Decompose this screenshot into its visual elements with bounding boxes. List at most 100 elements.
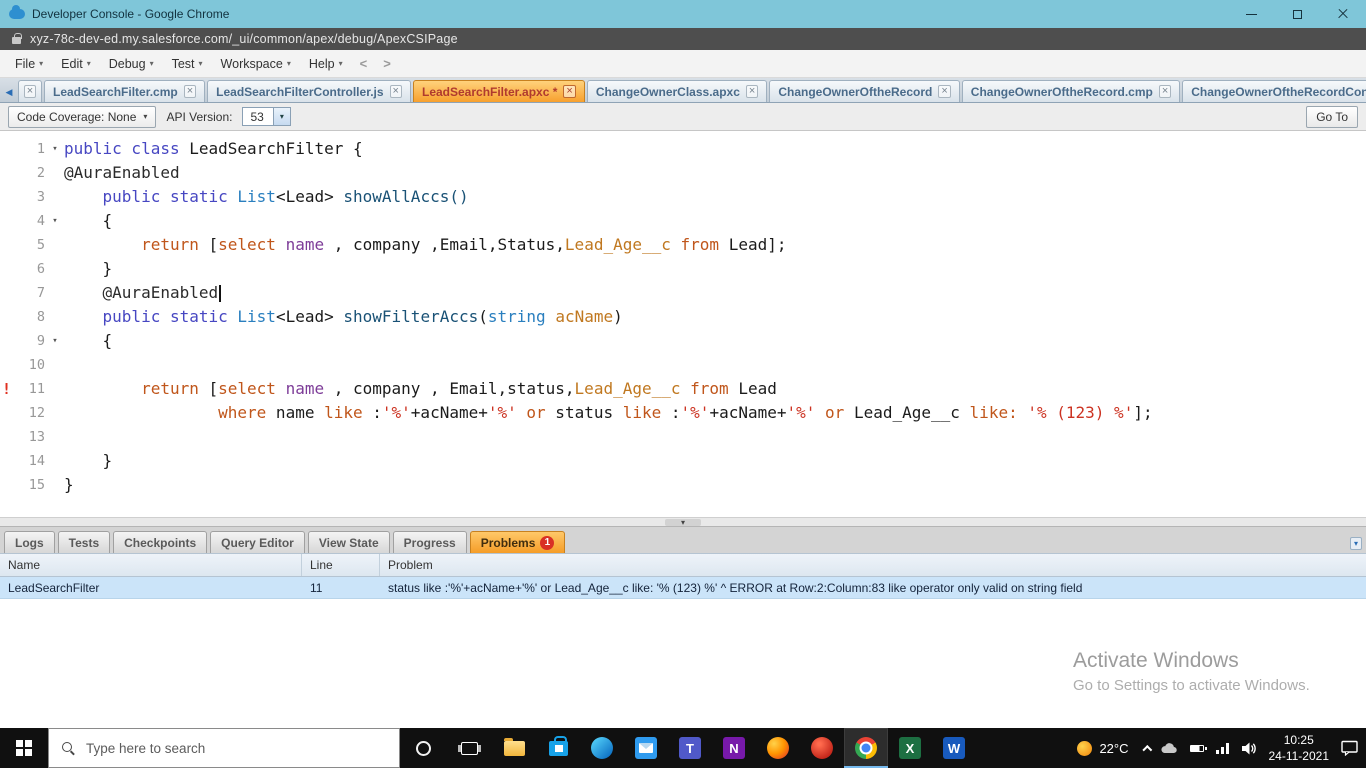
action-center-icon[interactable] bbox=[1341, 740, 1358, 756]
fold-caret-icon[interactable]: ▾ bbox=[48, 137, 62, 161]
tab-close-icon[interactable]: × bbox=[1158, 85, 1172, 98]
minimize-button[interactable] bbox=[1228, 0, 1274, 28]
chevron-down-icon: ▾ bbox=[86, 59, 91, 68]
panel-tab-progress[interactable]: Progress bbox=[392, 531, 467, 553]
start-button[interactable] bbox=[0, 728, 48, 768]
code-line[interactable]: 10 bbox=[0, 353, 1366, 377]
menu-file[interactable]: File ▾ bbox=[6, 53, 52, 75]
editor-tab[interactable]: ChangeOwnerOftheRecord × bbox=[769, 80, 960, 102]
panel-tab-logs[interactable]: Logs bbox=[4, 531, 55, 553]
taskbar-app-excel[interactable]: X bbox=[888, 728, 932, 768]
taskbar-app-teams[interactable]: T bbox=[668, 728, 712, 768]
panel-tab-checkpoints[interactable]: Checkpoints bbox=[113, 531, 208, 553]
taskbar-app-firefox[interactable] bbox=[756, 728, 800, 768]
panel-tab-problems[interactable]: Problems 1 bbox=[469, 531, 566, 553]
tab-close-icon[interactable]: × bbox=[563, 85, 576, 98]
nav-forward-button[interactable]: > bbox=[375, 56, 399, 71]
code-line[interactable]: 8 public static List<Lead> showFilterAcc… bbox=[0, 305, 1366, 329]
taskbar-app-onenote[interactable]: N bbox=[712, 728, 756, 768]
window-controls bbox=[1228, 0, 1366, 28]
line-number: 7 bbox=[36, 285, 45, 301]
editor-tab-clipped[interactable]: × bbox=[18, 80, 42, 102]
menu-workspace[interactable]: Workspace ▾ bbox=[212, 53, 300, 75]
header-problem[interactable]: Problem bbox=[380, 554, 1366, 576]
editor-tab-active[interactable]: LeadSearchFilter.apxc * × bbox=[412, 80, 585, 102]
code-coverage-label: Code Coverage: None bbox=[17, 109, 137, 124]
editor-tab[interactable]: ChangeOwnerOftheRecord.cmp × bbox=[961, 80, 1181, 102]
editor-tab[interactable]: LeadSearchFilter.cmp × bbox=[44, 80, 206, 102]
panel-empty-area bbox=[0, 599, 1366, 728]
tab-close-icon[interactable]: × bbox=[183, 85, 197, 98]
address-bar[interactable]: xyz-78c-dev-ed.my.salesforce.com/_ui/com… bbox=[0, 28, 1366, 50]
code-line[interactable]: 6 } bbox=[0, 257, 1366, 281]
volume-icon[interactable] bbox=[1241, 742, 1257, 755]
taskbar-app-mail[interactable] bbox=[624, 728, 668, 768]
menu-help[interactable]: Help ▾ bbox=[300, 53, 352, 75]
tray-expand-icon[interactable] bbox=[1141, 744, 1152, 755]
panel-tab-view-state[interactable]: View State bbox=[307, 531, 390, 553]
panel-tab-label: Progress bbox=[403, 535, 456, 550]
go-to-button[interactable]: Go To bbox=[1306, 105, 1358, 128]
battery-icon[interactable] bbox=[1189, 744, 1207, 752]
code-line[interactable]: 13 bbox=[0, 425, 1366, 449]
onedrive-cloud-icon[interactable] bbox=[1160, 742, 1178, 754]
editor-toolbar: Code Coverage: None ▾ API Version: 53 ▾ … bbox=[0, 103, 1366, 131]
problem-row[interactable]: LeadSearchFilter 11 status like :'%'+acNam… bbox=[0, 577, 1366, 599]
editor-tab[interactable]: LeadSearchFilterController.js × bbox=[207, 80, 411, 102]
sun-icon bbox=[1077, 740, 1093, 756]
code-line[interactable]: 15} bbox=[0, 473, 1366, 497]
code-line[interactable]: 4 ▾ { bbox=[0, 209, 1366, 233]
fold-caret-icon[interactable]: ▾ bbox=[48, 209, 62, 233]
code-line[interactable]: 12 where name like :'%'+acName+'%' or st… bbox=[0, 401, 1366, 425]
fold-caret-icon[interactable]: ▾ bbox=[48, 329, 62, 353]
weather-widget[interactable]: 22°C bbox=[1077, 740, 1129, 756]
text-cursor bbox=[219, 285, 221, 302]
task-view-button[interactable] bbox=[446, 728, 492, 768]
menu-debug[interactable]: Debug ▾ bbox=[100, 53, 163, 75]
editor-tab[interactable]: ChangeOwnerClass.apxc × bbox=[586, 80, 768, 102]
close-button[interactable] bbox=[1320, 0, 1366, 28]
editor-tab[interactable]: ChangeOwnerOftheRecordController.js× bbox=[1182, 80, 1366, 102]
line-gutter: 2 bbox=[0, 161, 62, 185]
line-gutter: 8 bbox=[0, 305, 62, 329]
taskbar-app-edge[interactable] bbox=[580, 728, 624, 768]
code-line[interactable]: 2 @AuraEnabled bbox=[0, 161, 1366, 185]
network-icon[interactable] bbox=[1215, 742, 1230, 754]
header-line[interactable]: Line bbox=[302, 554, 380, 576]
tab-close-icon[interactable]: × bbox=[389, 85, 402, 98]
taskbar-app-file-explorer[interactable] bbox=[492, 728, 536, 768]
panel-tab-query-editor[interactable]: Query Editor bbox=[210, 531, 305, 553]
menu-test[interactable]: Test ▾ bbox=[163, 53, 212, 75]
menu-edit[interactable]: Edit ▾ bbox=[52, 53, 100, 75]
code-line[interactable]: 3 public static List<Lead> showAllAccs() bbox=[0, 185, 1366, 209]
code-line[interactable]: 1 ▾ public class LeadSearchFilter { bbox=[0, 137, 1366, 161]
panel-splitter[interactable]: ▾ bbox=[0, 517, 1366, 527]
code-coverage-dropdown[interactable]: Code Coverage: None ▾ bbox=[8, 105, 157, 128]
nav-back-button[interactable]: < bbox=[352, 56, 376, 71]
tab-close-icon[interactable]: × bbox=[938, 85, 951, 98]
tab-scroll-left-icon[interactable]: ◀ bbox=[2, 82, 16, 102]
splitter-handle-icon[interactable]: ▾ bbox=[664, 518, 701, 526]
chevron-down-icon: ▾ bbox=[149, 59, 154, 68]
code-line[interactable]: 7 @AuraEnabled bbox=[0, 281, 1366, 305]
taskbar-app-word[interactable]: W bbox=[932, 728, 976, 768]
taskbar-app-opera[interactable] bbox=[800, 728, 844, 768]
code-editor[interactable]: 1 ▾ public class LeadSearchFilter {2 @AuraE… bbox=[0, 131, 1366, 517]
page-url[interactable]: xyz-78c-dev-ed.my.salesforce.com/_ui/com… bbox=[30, 32, 458, 46]
tab-close-icon[interactable]: × bbox=[745, 85, 759, 98]
panel-scroll-icon[interactable]: ▾ bbox=[1349, 537, 1362, 550]
taskbar-app-microsoft-store[interactable] bbox=[536, 728, 580, 768]
header-name[interactable]: Name bbox=[0, 554, 302, 576]
taskbar-search[interactable]: Type here to search bbox=[48, 728, 400, 768]
code-line[interactable]: 5 return [select name , company ,Email,S… bbox=[0, 233, 1366, 257]
taskbar-app-chrome[interactable] bbox=[844, 728, 888, 768]
code-line[interactable]: 9 ▾ { bbox=[0, 329, 1366, 353]
taskbar-clock[interactable]: 10:25 24-11-2021 bbox=[1269, 732, 1330, 764]
cortana-button[interactable] bbox=[400, 728, 446, 768]
code-line[interactable]: ! 11 return [select name , company , Emai… bbox=[0, 377, 1366, 401]
code-line[interactable]: 14 } bbox=[0, 449, 1366, 473]
restore-button[interactable] bbox=[1274, 0, 1320, 28]
api-version-select[interactable]: 53 ▾ bbox=[242, 107, 291, 126]
tab-close-icon[interactable]: × bbox=[23, 85, 37, 98]
panel-tab-tests[interactable]: Tests bbox=[57, 531, 111, 553]
